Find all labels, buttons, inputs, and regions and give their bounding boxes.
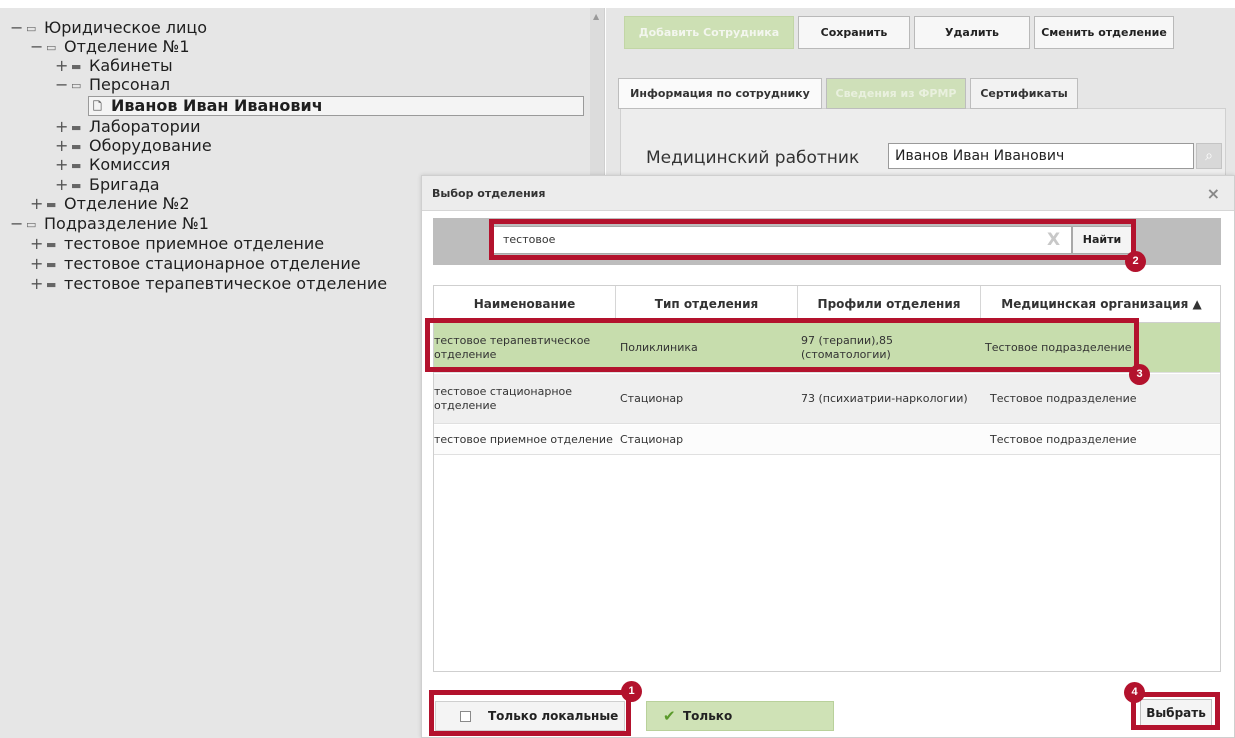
callout-badge-1: 1 (621, 681, 642, 702)
search-icon[interactable]: ⌕ (1196, 143, 1222, 169)
folder-open-icon: ▭ (71, 79, 82, 92)
tree-node-label: тестовое приемное отделение (64, 234, 325, 253)
employee-panel: Добавить Сотрудника Сохранить Удалить См… (606, 8, 1235, 186)
expand-icon[interactable]: + (30, 254, 46, 274)
medical-worker-field[interactable]: Иванов Иван Иванович (888, 143, 1194, 169)
only-active-toggle[interactable]: ✔ Только действующие (646, 701, 834, 738)
cell-type: Стационар (620, 433, 684, 446)
tree-node-label: тестовое стационарное отделение (64, 254, 361, 273)
cell-profiles (801, 425, 986, 455)
close-icon[interactable]: × (1207, 184, 1220, 203)
folder-icon: ▬ (46, 258, 57, 271)
callout-badge-2: 2 (1125, 251, 1146, 272)
expand-icon[interactable]: + (30, 234, 46, 254)
tree-node-label: Отделение №2 (64, 194, 190, 213)
collapse-icon[interactable]: − (10, 214, 26, 234)
tree-node-label: Иванов Иван Иванович (111, 96, 323, 115)
tree-node-label: Кабинеты (89, 56, 173, 75)
tree-node-department-2[interactable]: + ▬ Отделение №2 (30, 194, 190, 214)
table-row[interactable]: тестовое приемное отделение Стационар Те… (434, 425, 1220, 455)
cell-name: тестовое стационарное отделение (434, 385, 573, 412)
change-department-button[interactable]: Сменить отделение (1034, 16, 1174, 49)
save-button[interactable]: Сохранить (798, 16, 910, 49)
callout-frame-2 (489, 219, 1136, 260)
tree-node-label: Юридическое лицо (44, 18, 208, 37)
tab-frmr[interactable]: Сведения из ФРМР (826, 78, 966, 109)
folder-icon: ▬ (71, 140, 82, 153)
medical-worker-label: Медицинский работник (646, 148, 860, 168)
folder-open-icon: ▭ (26, 218, 37, 231)
only-active-label: Только действующие (683, 709, 780, 738)
tree-node-test-therapeutic[interactable]: + ▬ тестовое терапевтическое отделение (30, 274, 387, 294)
folder-open-icon: ▭ (46, 41, 57, 54)
tree-node-department-1[interactable]: − ▭ Отделение №1 (30, 37, 190, 57)
tree-node-cabinets[interactable]: + ▬ Кабинеты (55, 56, 173, 76)
folder-icon: ▬ (71, 121, 82, 134)
scroll-up-icon[interactable]: ▲ (593, 12, 599, 21)
callout-badge-4: 4 (1124, 682, 1145, 703)
callout-frame-4 (1131, 692, 1220, 730)
tree-node-laboratories[interactable]: + ▬ Лаборатории (55, 117, 201, 137)
tree-node-label: Бригада (89, 175, 160, 194)
tree-node-label: Оборудование (89, 136, 212, 155)
cell-type: Стационар (620, 392, 684, 405)
tree-node-brigade[interactable]: + ▬ Бригада (55, 175, 160, 195)
expand-icon[interactable]: + (55, 136, 71, 156)
tree-node-employee-selected[interactable]: 🗋 Иванов Иван Иванович (88, 96, 584, 116)
tree-node-label: Отделение №1 (64, 37, 190, 56)
callout-badge-3: 3 (1129, 364, 1150, 385)
cell-organization: Тестовое подразделение (990, 392, 1137, 405)
expand-icon[interactable]: + (55, 175, 71, 195)
callout-frame-3 (425, 318, 1139, 372)
document-icon: 🗋 (93, 100, 102, 113)
tree-node-test-inpatient[interactable]: + ▬ тестовое стационарное отделение (30, 254, 361, 274)
tree-node-label: тестовое терапевтическое отделение (64, 274, 388, 293)
tree-node-personnel[interactable]: − ▭ Персонал (55, 75, 170, 95)
delete-button[interactable]: Удалить (914, 16, 1030, 49)
collapse-icon[interactable]: − (55, 75, 71, 95)
tree-node-legal-entity[interactable]: − ▭ Юридическое лицо (10, 18, 207, 38)
tree-node-label: Комиссия (89, 155, 171, 174)
expand-icon[interactable]: + (55, 56, 71, 76)
expand-icon[interactable]: + (55, 155, 71, 175)
folder-open-icon: ▭ (26, 22, 37, 35)
tree-node-commission[interactable]: + ▬ Комиссия (55, 155, 170, 175)
folder-icon: ▬ (46, 278, 57, 291)
tree-node-label: Лаборатории (89, 117, 201, 136)
tree-node-label: Персонал (89, 75, 171, 94)
expand-icon[interactable]: + (30, 194, 46, 214)
expand-icon[interactable]: + (30, 274, 46, 294)
checkmark-icon: ✔ (663, 707, 676, 725)
collapse-icon[interactable]: − (30, 37, 46, 57)
tree-node-test-admission[interactable]: + ▬ тестовое приемное отделение (30, 234, 324, 254)
folder-icon: ▬ (71, 159, 82, 172)
tab-certificates[interactable]: Сертификаты (970, 78, 1078, 109)
tree-node-equipment[interactable]: + ▬ Оборудование (55, 136, 212, 156)
collapse-icon[interactable]: − (10, 18, 26, 38)
dialog-header: Выбор отделения × (422, 176, 1234, 211)
add-employee-button[interactable]: Добавить Сотрудника (624, 16, 794, 49)
table-row[interactable]: тестовое стационарное отделение Стациона… (434, 374, 1220, 424)
folder-icon: ▬ (71, 60, 82, 73)
tree-node-label: Подразделение №1 (44, 214, 209, 233)
expand-icon[interactable]: + (55, 117, 71, 137)
cell-organization: Тестовое подразделение (990, 433, 1137, 446)
tab-employee-info[interactable]: Информация по сотруднику (618, 78, 822, 109)
dialog-title: Выбор отделения (432, 187, 546, 200)
folder-icon: ▬ (46, 198, 57, 211)
cell-profiles: 73 (психиатрии-наркологии) (801, 392, 968, 405)
folder-icon: ▬ (46, 238, 57, 251)
cell-name: тестовое приемное отделение (434, 433, 613, 446)
folder-icon: ▬ (71, 179, 82, 192)
tree-node-subdivision-1[interactable]: − ▭ Подразделение №1 (10, 214, 209, 234)
callout-frame-1 (429, 690, 631, 736)
